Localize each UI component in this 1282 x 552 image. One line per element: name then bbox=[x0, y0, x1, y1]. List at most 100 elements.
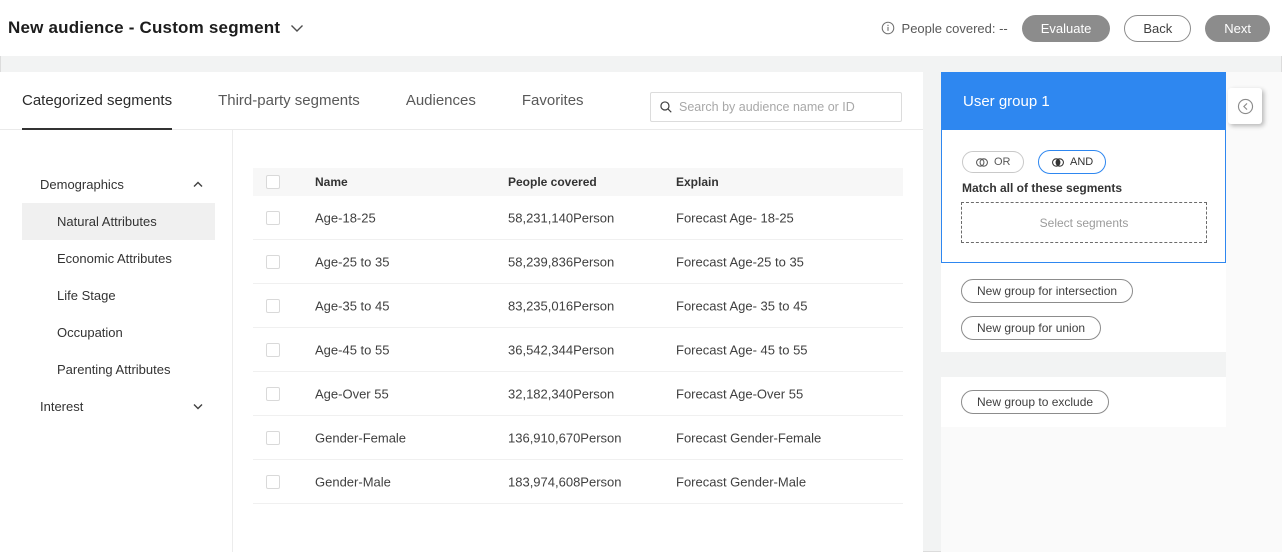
audience-search bbox=[650, 92, 902, 122]
cell-people-covered: 36,542,344Person bbox=[508, 342, 615, 357]
cell-people-covered: 183,974,608Person bbox=[508, 474, 622, 489]
user-group-title: User group 1 bbox=[963, 92, 1050, 110]
people-covered-status: People covered: -- bbox=[881, 21, 1008, 36]
column-header-explain: Explain bbox=[676, 175, 719, 189]
sidebar-item-life-stage[interactable]: Life Stage bbox=[22, 277, 215, 314]
chevron-down-icon bbox=[193, 403, 203, 410]
tab-bar: Categorized segments Third-party segment… bbox=[0, 72, 923, 130]
table-row: Age-Over 55 32,182,340Person Forecast Ag… bbox=[253, 372, 903, 416]
table-row: Age-45 to 55 36,542,344Person Forecast A… bbox=[253, 328, 903, 372]
top-bar-actions: People covered: -- Evaluate Back Next bbox=[881, 14, 1270, 42]
exclude-group-section: New group to exclude bbox=[941, 377, 1226, 427]
new-group-exclude-button[interactable]: New group to exclude bbox=[961, 390, 1110, 414]
table-row: Age-18-25 58,231,140Person Forecast Age-… bbox=[253, 196, 903, 240]
and-toggle-button[interactable]: AND bbox=[1038, 150, 1107, 174]
or-toggle-button[interactable]: OR bbox=[962, 151, 1024, 173]
evaluate-button[interactable]: Evaluate bbox=[1021, 14, 1111, 42]
title-dropdown[interactable]: New audience - Custom segment bbox=[8, 18, 304, 38]
or-label: OR bbox=[994, 156, 1011, 168]
column-header-name: Name bbox=[315, 175, 348, 189]
category-sidebar: Demographics Natural Attributes Economic… bbox=[0, 166, 232, 425]
user-group-header: User group 1 bbox=[941, 72, 1226, 130]
sidebar-item-label: Natural Attributes bbox=[57, 214, 157, 229]
new-audience-page: New audience - Custom segment People cov… bbox=[0, 0, 1282, 552]
sidebar-item-natural-attributes[interactable]: Natural Attributes bbox=[22, 203, 215, 240]
select-all-checkbox[interactable] bbox=[266, 175, 280, 189]
match-segments-label: Match all of these segments bbox=[962, 181, 1123, 195]
cell-explain: Forecast Age-Over 55 bbox=[676, 386, 804, 401]
top-bar: New audience - Custom segment People cov… bbox=[0, 0, 1282, 56]
tab-favorites[interactable]: Favorites bbox=[522, 72, 584, 130]
people-covered-text: People covered: -- bbox=[901, 20, 1008, 36]
cell-people-covered: 83,235,016Person bbox=[508, 298, 615, 313]
select-segments-label: Select segments bbox=[1039, 215, 1129, 230]
tab-categorized-segments[interactable]: Categorized segments bbox=[22, 72, 173, 130]
row-checkbox[interactable] bbox=[266, 254, 280, 269]
cell-name: Gender-Male bbox=[315, 474, 391, 489]
row-checkbox[interactable] bbox=[266, 430, 280, 445]
sidebar-item-label: Parenting Attributes bbox=[57, 362, 171, 377]
tab-third-party-segments[interactable]: Third-party segments bbox=[218, 72, 360, 130]
search-icon bbox=[659, 100, 673, 114]
new-group-union-button[interactable]: New group for union bbox=[961, 316, 1102, 340]
cell-explain: Forecast Age- 18-25 bbox=[676, 210, 794, 225]
sidebar-item-label: Life Stage bbox=[57, 288, 116, 303]
cell-name: Age-Over 55 bbox=[315, 386, 389, 401]
chevron-left-circle-icon bbox=[1236, 97, 1255, 116]
new-group-intersection-button[interactable]: New group for intersection bbox=[961, 279, 1134, 303]
cell-name: Gender-Female bbox=[315, 430, 407, 445]
sidebar-item-label: Economic Attributes bbox=[57, 251, 172, 266]
sidebar-category-label: Demographics bbox=[40, 177, 124, 192]
tab-audiences[interactable]: Audiences bbox=[406, 72, 476, 130]
intersection-circles-icon bbox=[1051, 157, 1065, 168]
row-checkbox[interactable] bbox=[266, 386, 280, 401]
cell-people-covered: 136,910,670Person bbox=[508, 430, 622, 445]
sidebar-item-label: Occupation bbox=[57, 325, 123, 340]
chevron-up-icon bbox=[193, 181, 203, 188]
segments-table: Name People covered Explain Age-18-25 58… bbox=[253, 168, 903, 504]
info-icon bbox=[881, 21, 895, 35]
user-group-section: OR AND Match all of these segments Selec… bbox=[941, 130, 1226, 352]
cell-people-covered: 58,239,836Person bbox=[508, 254, 615, 269]
sidebar-category-demographics[interactable]: Demographics bbox=[22, 166, 215, 203]
cell-explain: Forecast Gender-Male bbox=[676, 474, 807, 489]
sidebar-category-interest[interactable]: Interest bbox=[22, 388, 215, 425]
row-checkbox[interactable] bbox=[266, 298, 280, 313]
row-checkbox[interactable] bbox=[266, 342, 280, 357]
next-button[interactable]: Next bbox=[1205, 14, 1270, 42]
sidebar-item-economic-attributes[interactable]: Economic Attributes bbox=[22, 240, 215, 277]
table-row: Age-25 to 35 58,239,836Person Forecast A… bbox=[253, 240, 903, 284]
union-circles-icon bbox=[975, 157, 989, 168]
search-input[interactable] bbox=[679, 100, 893, 114]
user-group-card: OR AND Match all of these segments Selec… bbox=[941, 130, 1226, 263]
row-checkbox[interactable] bbox=[266, 210, 280, 225]
table-header-row: Name People covered Explain bbox=[253, 168, 903, 196]
sidebar-item-parenting-attributes[interactable]: Parenting Attributes bbox=[22, 351, 215, 388]
cell-explain: Forecast Age- 35 to 45 bbox=[676, 298, 808, 313]
page-title: New audience - Custom segment bbox=[8, 18, 281, 37]
cell-people-covered: 32,182,340Person bbox=[508, 386, 615, 401]
right-panel-footer-area bbox=[941, 427, 1282, 552]
sidebar-category-label: Interest bbox=[40, 399, 84, 414]
and-label: AND bbox=[1070, 156, 1094, 168]
row-checkbox[interactable] bbox=[266, 474, 280, 489]
cell-name: Age-25 to 35 bbox=[315, 254, 390, 269]
select-segments-dropzone[interactable]: Select segments bbox=[961, 202, 1207, 243]
sidebar-divider bbox=[232, 130, 233, 552]
column-header-people-covered: People covered bbox=[508, 175, 597, 189]
cell-name: Age-35 to 45 bbox=[315, 298, 390, 313]
table-row: Gender-Female 136,910,670Person Forecast… bbox=[253, 416, 903, 460]
sidebar-item-occupation[interactable]: Occupation bbox=[22, 314, 215, 351]
segments-panel: Categorized segments Third-party segment… bbox=[0, 72, 923, 552]
cell-explain: Forecast Gender-Female bbox=[676, 430, 822, 445]
cell-explain: Forecast Age-25 to 35 bbox=[676, 254, 804, 269]
table-row: Gender-Male 183,974,608Person Forecast G… bbox=[253, 460, 903, 504]
back-button[interactable]: Back bbox=[1124, 14, 1192, 42]
cell-name: Age-45 to 55 bbox=[315, 342, 390, 357]
cell-name: Age-18-25 bbox=[315, 210, 376, 225]
cell-explain: Forecast Age- 45 to 55 bbox=[676, 342, 808, 357]
table-row: Age-35 to 45 83,235,016Person Forecast A… bbox=[253, 284, 903, 328]
cell-people-covered: 58,231,140Person bbox=[508, 210, 615, 225]
collapse-panel-button[interactable] bbox=[1228, 88, 1262, 124]
chevron-down-icon bbox=[290, 24, 304, 33]
